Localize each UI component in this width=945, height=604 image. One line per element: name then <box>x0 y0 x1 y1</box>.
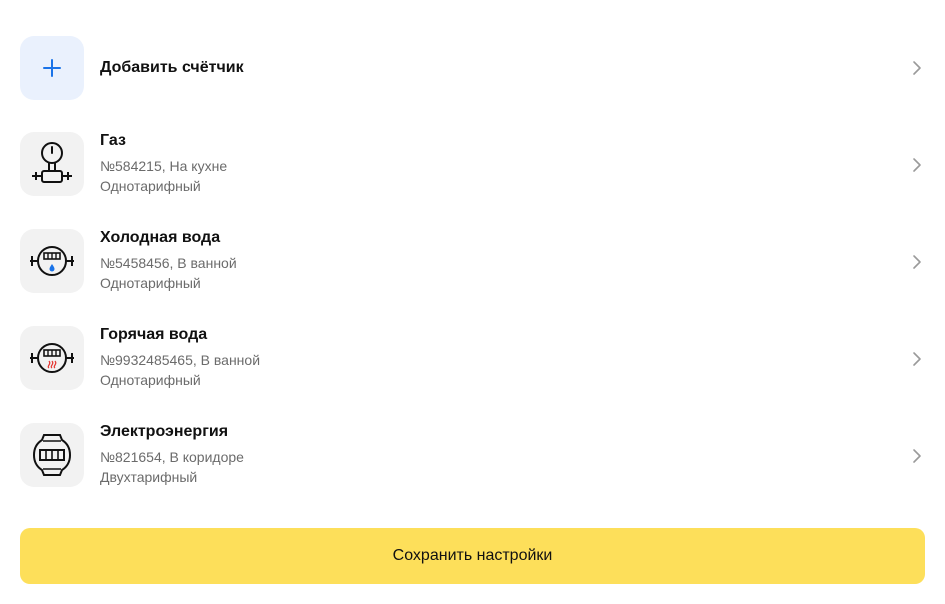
meter-tariff: Однотарифный <box>100 178 201 194</box>
plus-icon <box>43 59 61 77</box>
meter-row-hot-water[interactable]: Горячая вода №9932485465, В ванной Однот… <box>0 326 945 391</box>
meter-detail: №9932485465, В ванной <box>100 352 261 368</box>
meter-tile <box>20 326 84 390</box>
meter-texts: Горячая вода №9932485465, В ванной Однот… <box>100 326 925 390</box>
add-meter-label: Добавить счётчик <box>100 59 244 76</box>
chevron-right-icon <box>913 157 921 172</box>
chevron-right-icon <box>913 448 921 463</box>
add-meter-tile <box>20 36 84 100</box>
meter-title: Газ <box>100 132 126 149</box>
meter-texts: Газ №584215, На кухне Однотарифный <box>100 132 925 196</box>
meters-list: Добавить счётчик Газ №584215, На кухне О… <box>0 36 945 488</box>
electricity-meter-icon <box>32 434 72 476</box>
meter-row-gas[interactable]: Газ №584215, На кухне Однотарифный <box>0 132 945 197</box>
meter-tariff: Двухтарифный <box>100 469 198 485</box>
meter-tariff: Однотарифный <box>100 372 201 388</box>
meter-texts: Холодная вода №5458456, В ванной Однотар… <box>100 229 925 293</box>
meter-title: Электроэнергия <box>100 423 229 440</box>
meter-row-cold-water[interactable]: Холодная вода №5458456, В ванной Однотар… <box>0 229 945 294</box>
chevron-right-icon <box>913 351 921 366</box>
meter-tile <box>20 229 84 293</box>
meter-title: Горячая вода <box>100 326 208 343</box>
meter-detail: №584215, На кухне <box>100 158 228 174</box>
meter-tile <box>20 132 84 196</box>
meter-detail: №5458456, В ванной <box>100 255 237 271</box>
meter-texts: Электроэнергия №821654, В коридоре Двухт… <box>100 423 925 487</box>
meter-detail: №821654, В коридоре <box>100 449 244 465</box>
meter-tariff: Однотарифный <box>100 275 201 291</box>
add-meter-row[interactable]: Добавить счётчик <box>0 36 945 100</box>
meter-row-electricity[interactable]: Электроэнергия №821654, В коридоре Двухт… <box>0 423 945 488</box>
gas-meter-icon <box>32 142 72 183</box>
meter-title: Холодная вода <box>100 229 221 246</box>
cold-water-meter-icon <box>30 246 74 276</box>
add-meter-texts: Добавить счётчик <box>100 58 925 78</box>
chevron-right-icon <box>913 61 921 75</box>
hot-water-meter-icon <box>30 343 74 373</box>
chevron-right-icon <box>913 254 921 269</box>
meter-tile <box>20 423 84 487</box>
save-settings-button[interactable]: Сохранить настройки <box>20 528 925 584</box>
